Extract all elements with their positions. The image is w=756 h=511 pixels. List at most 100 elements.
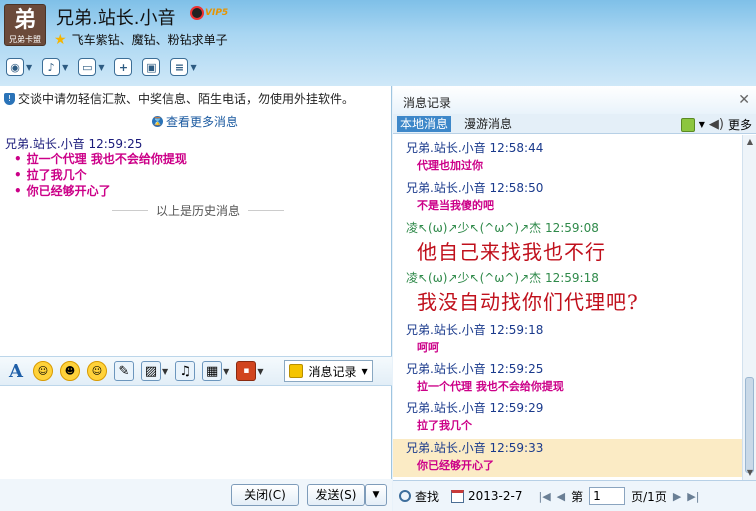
entry-text: 你已经够开心了 bbox=[417, 459, 494, 472]
find-button[interactable]: 查找 bbox=[399, 488, 439, 505]
music-icon[interactable]: ♫ bbox=[175, 361, 196, 381]
magic-emoji-icon[interactable]: ☻ bbox=[60, 361, 80, 381]
shield-icon: ! bbox=[4, 92, 15, 105]
entry-text: 我没自动找你们代理吧? bbox=[417, 290, 639, 314]
history-entry-selected: 兄弟.站长.小音 12:59:33 你已经够开心了 bbox=[393, 439, 742, 477]
history-entry: 兄弟.站长.小音 12:59:29 拉了我几个 bbox=[393, 399, 742, 435]
action-bar: 关闭(C) 发送(S) ▼ bbox=[0, 479, 392, 511]
search-icon bbox=[399, 490, 411, 502]
chevron-down-icon[interactable]: ▼ bbox=[223, 367, 229, 376]
history-entry: 凌↖(ω)↗少↖(^ω^)↗杰 12:59:08 他自己来找我也不行 bbox=[393, 219, 742, 267]
history-entry: 兄弟.站长.小音 12:59:18 呵呵 bbox=[393, 321, 742, 357]
vip-badge[interactable]: VIP5 bbox=[190, 6, 228, 20]
screenshot-icon[interactable]: ▦ bbox=[202, 361, 223, 381]
calendar-icon bbox=[451, 489, 465, 503]
star-icon: ★ bbox=[54, 31, 67, 48]
signature-text: 飞车紫钻、魔钻、粉钻求单子 bbox=[71, 33, 228, 47]
history-messages: • 拉一个代理 我也不会给你提现 • 拉了我几个 • 你已经够开心了 bbox=[14, 151, 187, 199]
entry-text: 拉一个代理 我也不会给你提现 bbox=[417, 380, 564, 393]
safety-notice: ! 交谈中请勿轻信汇款、中奖信息、陌生电话，勿使用外挂软件。 bbox=[4, 90, 354, 107]
app-menu-button[interactable]: ≡ ▼ bbox=[170, 56, 197, 78]
chevron-down-icon: ▼ bbox=[62, 62, 69, 72]
view-more-messages-link[interactable]: ⌛ 查看更多消息 bbox=[152, 113, 238, 130]
entry-sender: 兄弟.站长.小音 12:58:44 bbox=[406, 141, 544, 155]
entry-sender: 兄弟.站长.小音 12:59:25 bbox=[406, 362, 544, 376]
entry-text: 不是当我傻的吧 bbox=[417, 199, 494, 212]
send-file-button[interactable]: ▭ ▼ bbox=[78, 56, 104, 78]
history-entry: 兄弟.站长.小音 12:58:50 不是当我傻的吧 bbox=[393, 179, 742, 215]
remote-desktop-button[interactable]: ▣ bbox=[142, 56, 161, 78]
chevron-down-icon[interactable]: ▼ bbox=[699, 120, 705, 129]
multi-chat-button[interactable]: + bbox=[114, 56, 133, 78]
speaker-icon[interactable]: ◀) bbox=[709, 117, 724, 132]
page-prefix: 第 bbox=[571, 489, 584, 504]
entry-sender: 凌↖(ω)↗少↖(^ω^)↗杰 12:59:08 bbox=[406, 221, 599, 235]
last-page-icon[interactable]: ▶| bbox=[687, 490, 699, 503]
chevron-down-icon[interactable]: ▼ bbox=[162, 367, 168, 376]
message-record-label: 消息记录 bbox=[308, 364, 357, 379]
chat-toolbar: ◉ ▼ ♪ ▼ ▭ ▼ + ▣ ≡ ▼ bbox=[6, 56, 197, 78]
scroll-up-icon[interactable]: ▲ bbox=[743, 135, 756, 149]
scroll-down-icon[interactable]: ▼ bbox=[743, 466, 756, 480]
close-icon[interactable]: ✕ bbox=[738, 92, 750, 108]
pagination: |◀ ◀ 第 1 页/1页 ▶ ▶| bbox=[538, 487, 699, 505]
avatar-subtext: 兄弟卡盟 bbox=[9, 35, 41, 44]
date-value: 2013-2-7 bbox=[468, 489, 523, 503]
prev-page-icon[interactable]: ◀ bbox=[557, 490, 565, 503]
history-footer: 查找 2013-2-7 |◀ ◀ 第 1 页/1页 ▶ ▶| bbox=[393, 480, 756, 511]
history-entry: 兄弟.站长.小音 12:58:44 代理也加过你 bbox=[393, 139, 742, 175]
emoji-icon[interactable]: ☺ bbox=[33, 361, 53, 381]
entry-sender: 兄弟.站长.小音 12:59:33 bbox=[406, 441, 544, 455]
date-picker[interactable]: 2013-2-7 bbox=[451, 489, 522, 503]
chevron-down-icon: ▼ bbox=[190, 62, 197, 72]
entry-text: 拉了我几个 bbox=[417, 419, 472, 432]
history-log: 兄弟.站长.小音 12:58:44 代理也加过你 兄弟.站长.小音 12:58:… bbox=[393, 135, 742, 480]
voice-call-button[interactable]: ♪ ▼ bbox=[42, 56, 68, 78]
message-record-button[interactable]: 消息记录 ▼ bbox=[284, 360, 373, 382]
next-page-icon[interactable]: ▶ bbox=[673, 490, 681, 503]
history-end-label: 以上是历史消息 bbox=[156, 204, 241, 218]
export-icon[interactable] bbox=[680, 117, 695, 132]
history-scrollbar[interactable]: ▲ ▼ bbox=[742, 135, 756, 480]
chevron-down-icon: ▼ bbox=[26, 62, 33, 72]
tab-local-messages[interactable]: 本地消息 bbox=[397, 116, 452, 132]
view-more-label: 查看更多消息 bbox=[166, 115, 239, 129]
signature: ★ 飞车紫钻、魔钻、粉钻求单子 bbox=[54, 31, 228, 48]
entry-sender: 兄弟.站长.小音 12:59:18 bbox=[406, 323, 544, 337]
close-button[interactable]: 关闭(C) bbox=[231, 484, 299, 506]
history-message: • 拉了我几个 bbox=[14, 168, 87, 182]
window-header: 弟 兄弟卡盟 兄弟.站长.小音 VIP5 ★ 飞车紫钻、魔钻、粉钻求单子 ◉ ▼ … bbox=[0, 0, 756, 86]
history-titlebar: 消息记录 ✕ bbox=[393, 86, 756, 114]
scrollbar-thumb[interactable] bbox=[745, 377, 754, 473]
send-button[interactable]: 发送(S) bbox=[307, 484, 365, 506]
tab-roaming-messages[interactable]: 漫游消息 bbox=[461, 116, 515, 132]
pen-icon[interactable]: ✎ bbox=[114, 361, 134, 381]
image-icon[interactable]: ▨ bbox=[141, 361, 161, 381]
history-sender: 兄弟.站长.小音 12:59:25 bbox=[5, 137, 143, 151]
send-options-button[interactable]: ▼ bbox=[365, 484, 387, 506]
more-button[interactable]: 更多 bbox=[728, 116, 752, 133]
contact-nickname: 兄弟.站长.小音 bbox=[56, 8, 176, 29]
entry-sender: 兄弟.站长.小音 12:58:50 bbox=[406, 181, 544, 195]
entry-text: 代理也加过你 bbox=[417, 159, 483, 172]
safety-notice-text: 交谈中请勿轻信汇款、中奖信息、陌生电话，勿使用外挂软件。 bbox=[18, 92, 355, 106]
shake-icon[interactable]: ☺ bbox=[87, 361, 107, 381]
entry-text: 呵呵 bbox=[417, 341, 439, 354]
video-call-button[interactable]: ◉ ▼ bbox=[6, 56, 32, 78]
add-contact-icon: + bbox=[114, 58, 133, 76]
document-icon: ≡ bbox=[170, 58, 189, 76]
camera-icon: ◉ bbox=[6, 58, 24, 76]
toolbox-icon[interactable]: ▪ bbox=[236, 361, 257, 381]
chevron-down-icon[interactable]: ▼ bbox=[257, 367, 263, 376]
history-divider: 以上是历史消息 bbox=[112, 202, 285, 219]
font-icon[interactable]: A bbox=[6, 361, 26, 382]
find-label: 查找 bbox=[415, 489, 440, 504]
avatar[interactable]: 弟 兄弟卡盟 bbox=[4, 4, 46, 46]
clock-icon: ⌛ bbox=[152, 116, 163, 127]
entry-sender: 兄弟.站长.小音 12:59:29 bbox=[406, 401, 544, 415]
page-number-input[interactable]: 1 bbox=[589, 487, 626, 505]
folder-icon: ▭ bbox=[78, 58, 97, 76]
history-entry: 凌↖(ω)↗少↖(^ω^)↗杰 12:59:18 我没自动找你们代理吧? bbox=[393, 269, 742, 317]
message-history-panel: 消息记录 ✕ 本地消息 漫游消息 ▼ ◀) 更多 兄弟.站长.小音 12:58:… bbox=[393, 86, 756, 511]
first-page-icon[interactable]: |◀ bbox=[538, 490, 550, 503]
